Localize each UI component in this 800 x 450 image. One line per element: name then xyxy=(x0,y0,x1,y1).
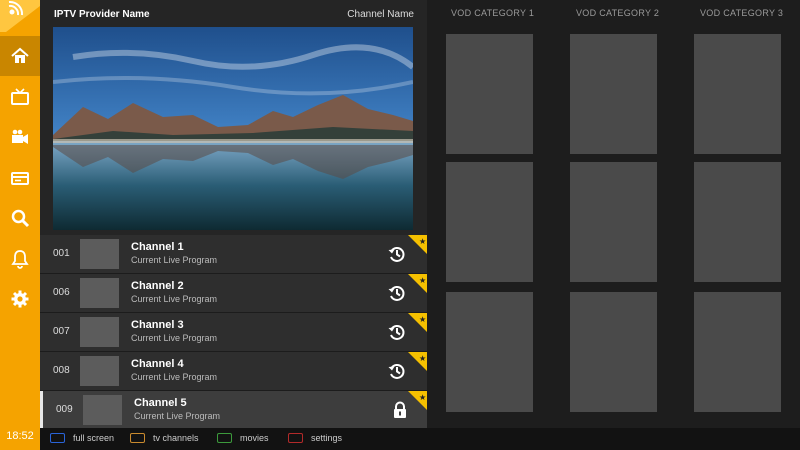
vod-category-title: VOD CATEGORY 1 xyxy=(451,8,535,18)
video-camera-icon xyxy=(12,129,28,144)
svg-text:★: ★ xyxy=(419,354,426,363)
channel-row[interactable]: 006 Channel 2 Current Live Program ★ xyxy=(40,274,427,313)
channel-program: Current Live Program xyxy=(131,333,218,343)
channel-program: Current Live Program xyxy=(131,255,218,265)
channel-number: 009 xyxy=(56,404,73,415)
favorite-star-icon[interactable]: ★ xyxy=(408,313,427,332)
app-logo-icon xyxy=(0,0,40,32)
channel-thumbnail xyxy=(80,317,119,347)
bottom-legend-bar: full screen tv channels movies settings xyxy=(40,428,800,450)
channel-name: Channel 2 xyxy=(131,280,184,292)
video-preview[interactable] xyxy=(53,27,413,230)
vod-tile[interactable] xyxy=(570,162,657,282)
header: IPTV Provider Name Channel Name xyxy=(40,0,427,28)
sidebar: 18:52 xyxy=(0,0,40,450)
legend-settings[interactable]: settings xyxy=(288,433,342,443)
vod-category-title: VOD CATEGORY 2 xyxy=(576,8,660,18)
blue-key-icon xyxy=(50,433,65,443)
svg-text:★: ★ xyxy=(419,276,426,285)
channel-thumbnail xyxy=(83,395,122,425)
clock-time: 18:52 xyxy=(6,430,34,442)
bell-icon xyxy=(11,250,29,269)
channel-thumbnail xyxy=(80,239,119,269)
gear-icon xyxy=(11,290,29,308)
channel-thumbnail xyxy=(80,356,119,386)
vod-tile[interactable] xyxy=(694,162,781,282)
green-key-icon xyxy=(217,433,232,443)
history-icon[interactable] xyxy=(387,283,407,303)
legend-label: movies xyxy=(240,433,269,443)
red-key-icon xyxy=(288,433,303,443)
channel-name: Channel 3 xyxy=(131,319,184,331)
vod-tile[interactable] xyxy=(570,34,657,154)
legend-full-screen[interactable]: full screen xyxy=(50,433,114,443)
favorite-star-icon[interactable]: ★ xyxy=(408,235,427,254)
vod-tile[interactable] xyxy=(570,292,657,412)
provider-name: IPTV Provider Name xyxy=(54,9,150,20)
favorite-star-icon[interactable]: ★ xyxy=(408,391,427,410)
legend-movies[interactable]: movies xyxy=(217,433,269,443)
vod-tile[interactable] xyxy=(446,162,533,282)
legend-label: full screen xyxy=(73,433,115,443)
channel-row[interactable]: 001 Channel 1 Current Live Program ★ xyxy=(40,235,427,274)
nav-tickets[interactable] xyxy=(0,158,40,198)
nav-home[interactable] xyxy=(0,36,40,76)
orange-key-icon xyxy=(130,433,145,443)
legend-tv-channels[interactable]: tv channels xyxy=(130,433,199,443)
channel-number: 007 xyxy=(53,326,70,337)
vod-category-title: VOD CATEGORY 3 xyxy=(700,8,784,18)
channel-program: Current Live Program xyxy=(131,294,218,304)
nav-notifications[interactable] xyxy=(0,239,40,279)
channel-number: 008 xyxy=(53,365,70,376)
home-icon xyxy=(11,47,29,63)
svg-text:★: ★ xyxy=(419,315,426,324)
channel-name: Channel 1 xyxy=(131,241,184,253)
channel-row-selected[interactable]: 009 Channel 5 Current Live Program ★ xyxy=(40,391,427,429)
vod-tile[interactable] xyxy=(446,292,533,412)
legend-label: settings xyxy=(311,433,343,443)
channel-name: Channel 4 xyxy=(131,358,184,370)
history-icon[interactable] xyxy=(387,361,407,381)
svg-text:★: ★ xyxy=(419,237,426,246)
channel-list: 001 Channel 1 Current Live Program ★ 006… xyxy=(40,235,427,429)
history-icon[interactable] xyxy=(387,322,407,342)
nav-settings[interactable] xyxy=(0,279,40,319)
nav-movies[interactable] xyxy=(0,117,40,157)
mountain-lake-image xyxy=(53,27,413,230)
lock-icon[interactable] xyxy=(390,400,410,420)
channel-number: 006 xyxy=(53,287,70,298)
channel-row[interactable]: 007 Channel 3 Current Live Program ★ xyxy=(40,313,427,352)
legend-label: tv channels xyxy=(153,433,199,443)
current-channel-name: Channel Name xyxy=(347,9,414,20)
channel-program: Current Live Program xyxy=(131,372,218,382)
vod-tile[interactable] xyxy=(694,292,781,412)
channel-name: Channel 5 xyxy=(134,397,187,409)
channel-program: Current Live Program xyxy=(134,411,221,421)
favorite-star-icon[interactable]: ★ xyxy=(408,352,427,371)
channel-row[interactable]: 008 Channel 4 Current Live Program ★ xyxy=(40,352,427,391)
favorite-star-icon[interactable]: ★ xyxy=(408,274,427,293)
nav-tv[interactable] xyxy=(0,77,40,117)
vod-tile[interactable] xyxy=(694,34,781,154)
svg-text:★: ★ xyxy=(419,393,426,402)
channel-number: 001 xyxy=(53,248,70,259)
search-icon xyxy=(11,209,30,228)
tv-icon xyxy=(11,88,29,105)
channel-thumbnail xyxy=(80,278,119,308)
ticket-icon xyxy=(11,172,29,185)
history-icon[interactable] xyxy=(387,244,407,264)
vod-tile[interactable] xyxy=(446,34,533,154)
nav-search[interactable] xyxy=(0,198,40,238)
vod-section: VOD CATEGORY 1 VOD CATEGORY 2 VOD CATEGO… xyxy=(427,0,800,430)
